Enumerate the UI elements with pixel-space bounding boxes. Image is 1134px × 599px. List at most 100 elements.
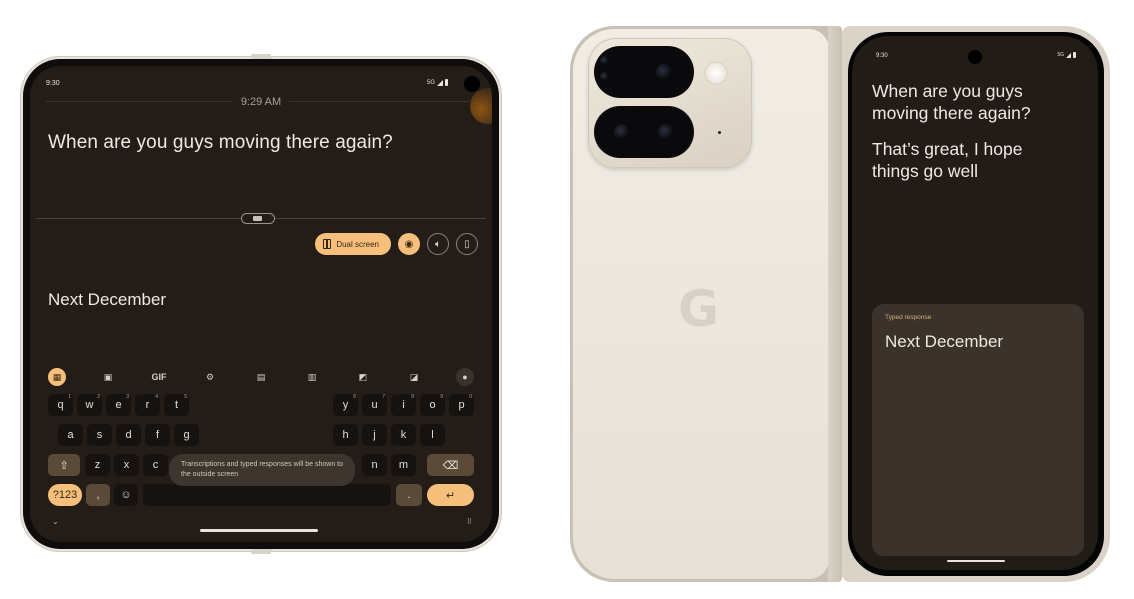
key-label: g [183,429,190,441]
lens-icon [658,124,674,140]
key-f[interactable]: f [145,424,170,446]
key-hint: 8 [411,394,414,400]
camera-bar-top [594,46,694,98]
apps-icon[interactable]: ▦ [48,368,66,386]
key-label: f [155,429,160,441]
key-label: t [174,399,179,411]
backspace-key[interactable]: ⌫ [427,454,474,476]
key-hint: 6 [353,394,356,400]
emoji-key[interactable]: ☺ [114,484,138,506]
key-label: a [67,429,74,441]
key-r[interactable]: r4 [135,394,160,416]
symbols-key[interactable]: ?123 [48,484,82,506]
key-l[interactable]: l [420,424,445,446]
key-z[interactable]: z [85,454,110,476]
home-indicator[interactable] [947,559,1005,562]
key-hint: 7 [382,394,385,400]
key-hint: 5 [184,394,187,400]
typed-response-card: Typed response Next December [872,304,1084,556]
key-p[interactable]: p0 [449,394,474,416]
key-e[interactable]: e3 [106,394,131,416]
typed-response-text: Next December [885,332,1004,351]
key-n[interactable]: n [362,454,387,476]
status-icons: 5G [1057,52,1076,58]
key-c[interactable]: c [143,454,168,476]
key-hint: 2 [97,394,100,400]
key-label: u [371,399,378,411]
dual-screen-label: Dual screen [336,239,379,249]
dual-screen-button[interactable]: Dual screen [315,233,391,255]
key-hint: 0 [469,394,472,400]
key-label: k [400,429,407,441]
key-s[interactable]: s [87,424,112,446]
front-camera [968,50,982,64]
key-m[interactable]: m [391,454,416,476]
key-g[interactable]: g [174,424,199,446]
key-label: z [94,459,101,471]
key-hint: 1 [68,394,71,400]
gear-icon[interactable]: ⚙ [201,368,219,386]
key-y[interactable]: y6 [333,394,358,416]
key-k[interactable]: k [391,424,416,446]
space-bar[interactable] [143,484,391,506]
shift-key[interactable]: ⇧ [48,454,80,476]
key-w[interactable]: w2 [77,394,102,416]
key-label: ⇧ [59,459,69,472]
enter-key[interactable]: ↵ [427,484,474,506]
battery-icon [1073,52,1076,58]
keyboard-split-icon[interactable]: ▥ [303,368,321,386]
microphone-hole [718,131,721,134]
key-a[interactable]: a [58,424,83,446]
key-label: , [96,489,100,501]
key-h[interactable]: h [333,424,358,446]
key-d[interactable]: d [116,424,141,446]
key-label: y [342,399,349,411]
key-label: e [115,399,122,411]
key-label: ?123 [52,489,78,501]
period-key[interactable]: . [396,484,422,506]
key-label: l [431,429,434,441]
comma-key[interactable]: , [86,484,110,506]
key-q[interactable]: q1 [48,394,73,416]
key-label: i [402,399,405,411]
battery-icon [445,79,448,86]
key-j[interactable]: j [362,424,387,446]
key-u[interactable]: u7 [362,394,387,416]
key-label: m [398,459,409,471]
key-t[interactable]: t5 [164,394,189,416]
keyboard-icon[interactable]: ▤ [252,368,270,386]
floating-keyboard-icon[interactable]: ◪ [405,368,423,386]
key-label: q [57,399,64,411]
key-label: ↵ [445,489,456,502]
signal-icon [437,79,443,86]
action-row: Dual screen ◉ 🔈︎ ▯ [315,233,478,255]
sticker-icon[interactable]: ▣ [99,368,117,386]
resize-icon[interactable]: ◩ [354,368,372,386]
outer-screen: 9:30 5G When are you guys moving there a… [852,36,1098,570]
network-label: 5G [1057,52,1064,58]
switch-keyboard-icon[interactable]: ⠿ [467,518,472,526]
outer-phone: 9:30 5G When are you guys moving there a… [842,26,1110,582]
flash-icon [706,63,726,83]
key-label: p [458,399,465,411]
key-x[interactable]: x [114,454,139,476]
home-indicator[interactable] [200,529,318,532]
key-label: c [152,459,159,471]
front-camera [464,76,480,92]
key-label: . [407,489,411,501]
drag-handle[interactable] [241,213,275,224]
key-label: s [96,429,103,441]
gif-button[interactable]: GIF [150,368,168,386]
collapse-keyboard-icon[interactable]: ⌄ [52,517,59,526]
delete-button[interactable]: ▯ [456,233,478,255]
key-label: d [125,429,132,441]
visibility-button[interactable]: ◉ [398,233,420,255]
mic-icon[interactable]: ● [456,368,474,386]
key-label: o [429,399,436,411]
key-i[interactable]: i8 [391,394,416,416]
key-label: ⌫ [442,459,459,472]
network-label: 5G [426,79,435,86]
status-icons: 5G [427,79,448,86]
key-o[interactable]: o9 [420,394,445,416]
speak-button[interactable]: 🔈︎ [427,233,449,255]
